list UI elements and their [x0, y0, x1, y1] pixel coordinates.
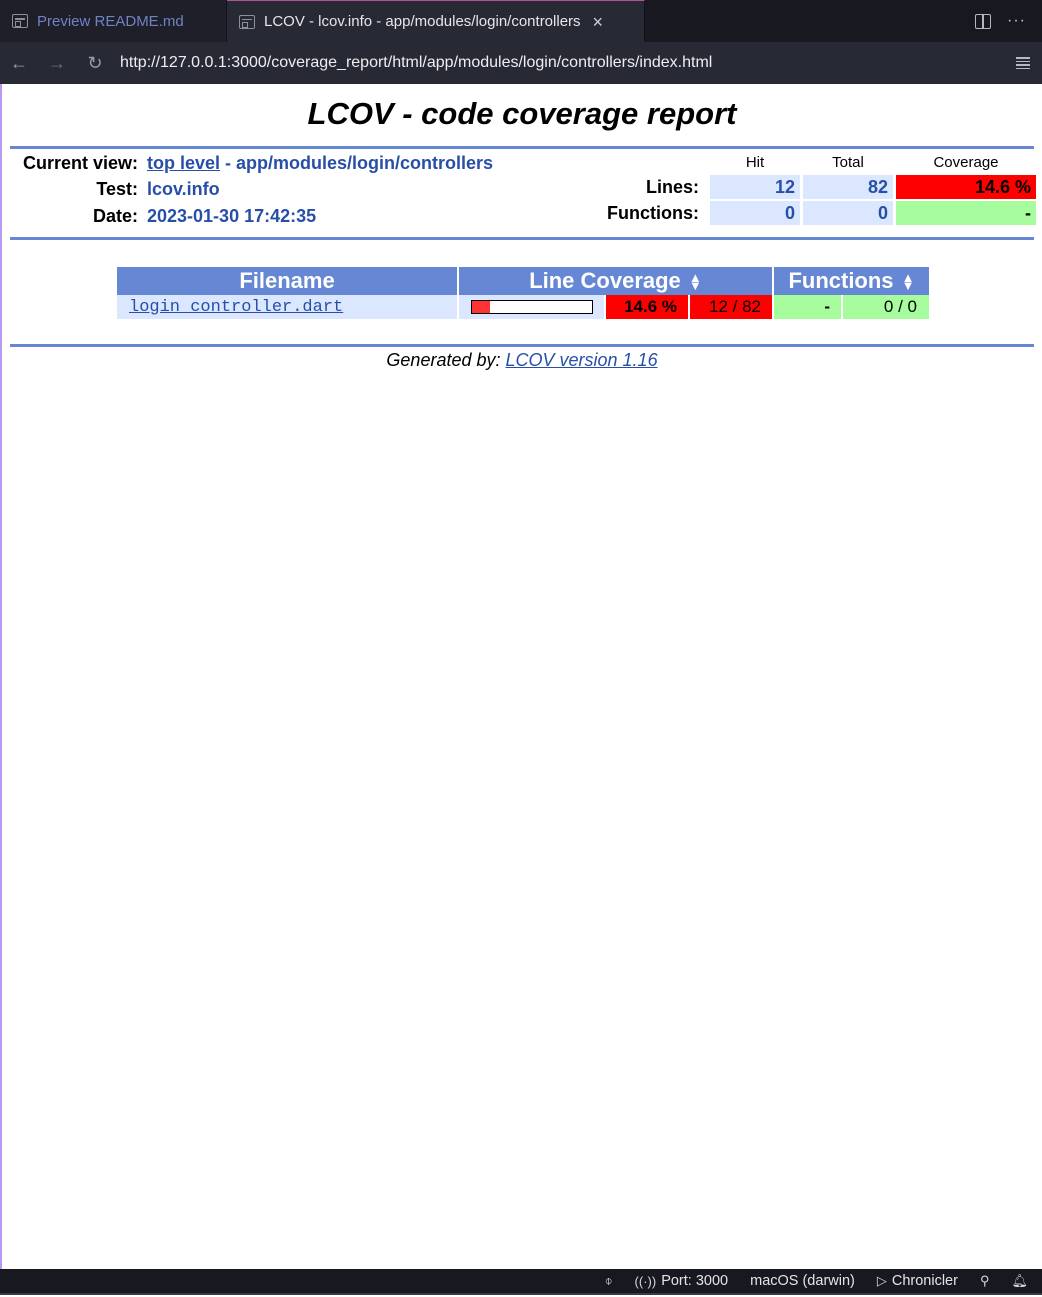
top-level-link[interactable]: top level — [147, 153, 220, 173]
functions-summary-row: Functions: 0 0 - — [600, 201, 1036, 225]
status-os[interactable]: macOS (darwin) — [750, 1273, 855, 1289]
table-header-row: Filename Line Coverage ▲ ▼ Functions ▲ ▼ — [117, 267, 929, 295]
footer-rule — [10, 344, 1034, 347]
lines-summary-row: Lines: 12 82 14.6 % — [600, 175, 1036, 199]
header-rule-top — [10, 146, 1034, 149]
functions-total: 0 — [803, 201, 893, 225]
current-view-value: top level - app/modules/login/controller… — [147, 153, 493, 174]
split-editor-icon[interactable] — [975, 13, 992, 29]
git-commit-icon: ⌽ — [604, 1273, 613, 1288]
coverage-bar-cell — [459, 295, 604, 319]
line-coverage-percent: 14.6 % — [606, 295, 688, 319]
reload-icon[interactable]: ↻ — [76, 53, 114, 74]
coverage-summary: Hit Total Coverage Lines: 12 82 14.6 % F… — [600, 150, 1036, 227]
status-bar: ⌽ ((·)) Port: 3000 macOS (darwin) ▷ Chroni… — [0, 1269, 1042, 1295]
coverage-header: Coverage — [933, 154, 999, 171]
lines-coverage: 14.6 % — [896, 175, 1036, 199]
status-notifications[interactable]: 🔔︎ — [1011, 1273, 1028, 1289]
tab-lcov-report[interactable]: LCOV - lcov.info - app/modules/login/con… — [227, 0, 645, 42]
functions-hit: 0 — [710, 201, 800, 225]
function-coverage-percent: - — [774, 295, 841, 319]
status-port[interactable]: ((·)) Port: 3000 — [635, 1273, 729, 1289]
current-view-path: - app/modules/login/controllers — [220, 152, 494, 173]
current-view-row: Current view: top level - app/modules/lo… — [2, 150, 493, 177]
hit-header: Hit — [745, 154, 765, 171]
functions-header-label: Functions — [788, 268, 894, 293]
page-title: LCOV - code coverage report — [307, 96, 737, 131]
lines-label: Lines: — [645, 176, 699, 197]
port-label: Port: 3000 — [661, 1273, 729, 1289]
notification-bell-icon: 🔔︎ — [1011, 1273, 1028, 1288]
current-view-label: Current view: — [22, 152, 138, 173]
chronicler-label: Chronicler — [891, 1273, 958, 1289]
report-info: Current view: top level - app/modules/lo… — [2, 150, 493, 230]
forward-arrow-icon[interactable]: → — [38, 53, 76, 74]
play-icon: ▷ — [876, 1273, 887, 1288]
generated-by-label: Generated by: — [386, 350, 506, 370]
filename-column-header: Filename — [117, 267, 457, 295]
test-value: lcov.info — [147, 179, 220, 200]
lcov-version-link[interactable]: LCOV version 1.16 — [506, 350, 658, 370]
status-git-commit[interactable]: ⌽ — [605, 1273, 613, 1289]
line-coverage-ratio: 12 / 82 — [690, 295, 772, 319]
more-actions-icon[interactable]: ··· — [1007, 12, 1026, 30]
summary-header-row: Hit Total Coverage — [600, 150, 1036, 175]
broadcast-icon: ((·)) — [634, 1273, 657, 1289]
test-row: Test: lcov.info — [2, 177, 493, 204]
tab-label: LCOV - lcov.info - app/modules/login/con… — [264, 13, 581, 30]
table-row: login_controller.dart 14.6 % 12 / 82 - 0… — [117, 295, 929, 319]
function-coverage-ratio: 0 / 0 — [843, 295, 929, 319]
file-coverage-table: Filename Line Coverage ▲ ▼ Functions ▲ ▼ l… — [115, 267, 931, 319]
tab-preview-readme[interactable]: Preview README.md — [0, 0, 227, 42]
status-chronicler[interactable]: ▷ Chronicler — [877, 1273, 958, 1289]
feedback-icon: ⚲ — [979, 1273, 990, 1288]
preview-icon — [12, 14, 28, 28]
preview-icon — [239, 14, 255, 29]
tab-label: Preview README.md — [37, 12, 184, 30]
coverage-bar-fill — [472, 301, 490, 313]
date-row: Date: 2023-01-30 17:42:35 — [2, 203, 493, 230]
coverage-bar — [471, 300, 593, 314]
test-label: Test: — [96, 179, 138, 200]
generated-by-footer: Generated by: LCOV version 1.16 — [2, 350, 1042, 371]
page-content: LCOV - code coverage report Current view… — [0, 84, 1042, 1269]
status-feedback[interactable]: ⚲ — [980, 1273, 990, 1289]
address-bar: ← → ↻ http://127.0.0.1:3000/coverage_rep… — [0, 42, 1042, 84]
functions-coverage: - — [896, 201, 1036, 225]
tab-actions: ··· — [975, 0, 1042, 42]
functions-column-header[interactable]: Functions ▲ ▼ — [774, 267, 929, 295]
date-label: Date: — [92, 205, 138, 226]
url-input[interactable]: http://127.0.0.1:3000/coverage_report/ht… — [120, 54, 712, 72]
back-arrow-icon[interactable]: ← — [0, 53, 38, 74]
lines-total: 82 — [803, 175, 893, 199]
line-coverage-column-header[interactable]: Line Coverage ▲ ▼ — [459, 267, 772, 295]
lines-hit: 12 — [710, 175, 800, 199]
total-header: Total — [832, 154, 864, 171]
file-link[interactable]: login_controller.dart — [129, 298, 343, 317]
header-rule-bottom — [10, 237, 1034, 240]
line-coverage-header-label: Line Coverage — [529, 268, 681, 293]
functions-label: Functions: — [607, 202, 699, 223]
close-icon[interactable]: × — [593, 13, 604, 31]
os-label: macOS (darwin) — [750, 1273, 855, 1289]
sort-icon[interactable]: ▲ ▼ — [902, 272, 915, 292]
filename-cell: login_controller.dart — [117, 295, 457, 319]
sort-icon[interactable]: ▲ ▼ — [689, 272, 702, 292]
date-value: 2023-01-30 17:42:35 — [147, 205, 317, 226]
filename-header-label: Filename — [239, 268, 335, 293]
hamburger-menu-icon[interactable] — [1016, 57, 1030, 69]
tab-bar: Preview README.md LCOV - lcov.info - app… — [0, 0, 1042, 42]
